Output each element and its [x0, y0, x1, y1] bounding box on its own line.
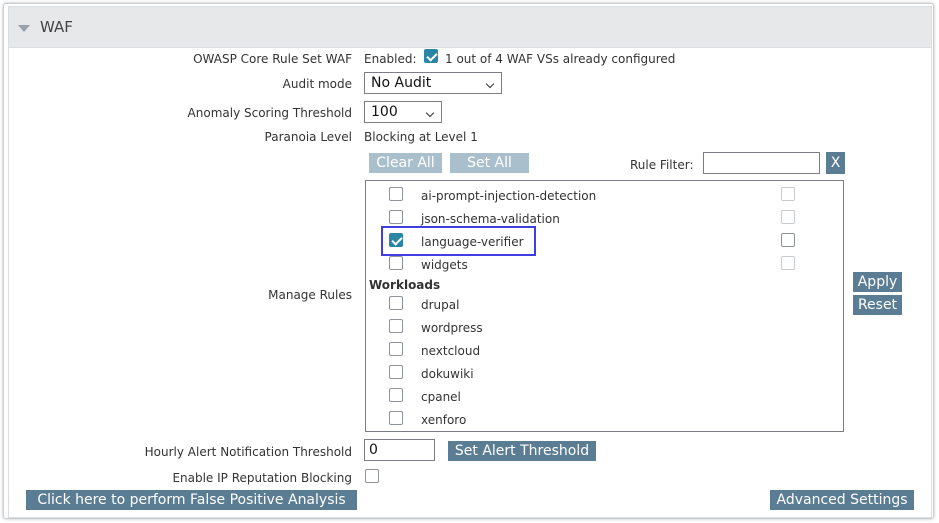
ip-reputation-label: Enable IP Reputation Blocking [172, 471, 352, 485]
workload-name: dokuwiki [421, 367, 474, 381]
owasp-enabled-label: Enabled: [364, 52, 417, 66]
paranoia-level-value: Blocking at Level 1 [364, 130, 478, 144]
workload-checkbox[interactable] [389, 365, 403, 379]
audit-mode-label: Audit mode [282, 77, 352, 91]
collapse-chevron-icon[interactable] [18, 25, 30, 32]
workload-name: drupal [421, 298, 460, 312]
anomaly-threshold-select[interactable]: 100 [364, 101, 442, 123]
workload-checkbox[interactable] [389, 319, 403, 333]
ip-reputation-checkbox[interactable] [365, 469, 379, 483]
advanced-settings-button[interactable]: Advanced Settings [770, 490, 914, 510]
anomaly-threshold-value: 100 [371, 104, 398, 120]
rule-checkbox[interactable] [389, 187, 403, 201]
workload-checkbox[interactable] [389, 388, 403, 402]
rule-checkbox[interactable] [389, 210, 403, 224]
set-alert-threshold-button[interactable]: Set Alert Threshold [448, 441, 596, 461]
rule-secondary-checkbox[interactable] [781, 210, 795, 224]
rule-secondary-checkbox[interactable] [781, 233, 795, 247]
audit-mode-value: No Audit [371, 75, 432, 91]
workloads-group-label: Workloads [369, 278, 441, 292]
manage-rules-label: Manage Rules [268, 288, 352, 302]
workload-checkbox[interactable] [389, 342, 403, 356]
clear-filter-button[interactable]: X [826, 152, 845, 174]
chevron-down-icon [425, 108, 435, 118]
apply-button[interactable]: Apply [853, 272, 902, 292]
workload-checkbox[interactable] [389, 411, 403, 425]
rule-checkbox[interactable] [389, 256, 403, 270]
paranoia-level-label: Paranoia Level [264, 130, 352, 144]
hourly-alert-input[interactable]: 0 [364, 439, 435, 461]
workload-name: xenforo [421, 413, 467, 427]
rule-filter-input[interactable] [703, 152, 820, 174]
owasp-label: OWASP Core Rule Set WAF [193, 52, 352, 66]
rules-list[interactable]: ai-prompt-injection-detection json-schem… [365, 180, 844, 432]
workload-name: cpanel [421, 390, 461, 404]
chevron-down-icon [485, 79, 495, 89]
hourly-alert-label: Hourly Alert Notification Threshold [144, 445, 352, 459]
workload-name: wordpress [421, 321, 483, 335]
rule-secondary-checkbox[interactable] [781, 256, 795, 270]
workload-checkbox[interactable] [389, 296, 403, 310]
anomaly-threshold-label: Anomaly Scoring Threshold [187, 106, 352, 120]
clear-all-button[interactable]: Clear All [369, 153, 442, 173]
rule-name: ai-prompt-injection-detection [421, 189, 597, 203]
owasp-enabled-checkbox[interactable] [424, 49, 438, 63]
false-positive-analysis-button[interactable]: Click here to perform False Positive Ana… [26, 490, 357, 510]
audit-mode-select[interactable]: No Audit [364, 72, 502, 94]
workload-name: nextcloud [421, 344, 481, 358]
reset-button[interactable]: Reset [853, 295, 902, 315]
rule-filter-label: Rule Filter: [630, 158, 694, 172]
rule-name: json-schema-validation [421, 212, 560, 226]
selection-highlight [381, 226, 536, 256]
panel-title: WAF [40, 18, 73, 36]
rule-name: widgets [421, 258, 468, 272]
set-all-button[interactable]: Set All [450, 153, 529, 173]
panel-header[interactable]: WAF [9, 7, 931, 48]
owasp-status-text: 1 out of 4 WAF VSs already configured [445, 52, 676, 66]
rule-secondary-checkbox[interactable] [781, 187, 795, 201]
